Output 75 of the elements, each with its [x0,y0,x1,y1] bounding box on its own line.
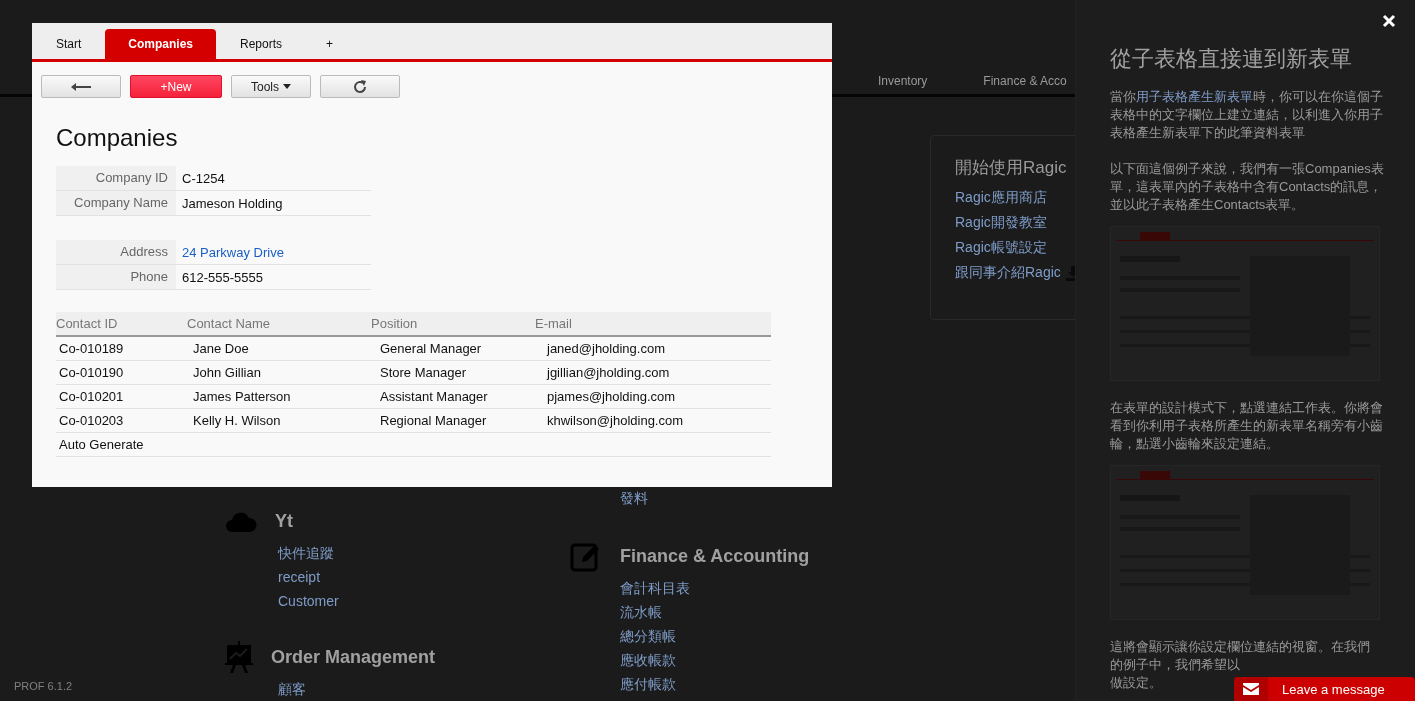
table-cell-text: James Patterson [192,389,292,404]
field-label: Phone [56,265,176,289]
module-link[interactable]: 總分類帳 [620,624,930,648]
section-title: Finance & Accounting [620,545,810,567]
back-button[interactable] [41,75,121,98]
field-label: Company ID [56,166,176,190]
table-cell-text: Store Manager [379,365,467,380]
module-link[interactable]: Customer [278,589,570,613]
table-cell-text: Co-010201 [58,389,125,404]
email-link[interactable]: khwilson@jholding.com [544,413,684,428]
nav-link[interactable]: Finance & Acco [983,74,1067,88]
help-text-line: 的例子中，我們希望以 [1110,656,1240,674]
section-title: Yt [275,510,293,532]
table-cell-text: John Gillian [192,365,262,380]
section-title: Order Management [271,646,436,668]
field-link[interactable]: 24 Parkway Drive [176,244,284,260]
module-link[interactable]: 流水帳 [620,600,930,624]
column-header: Position [371,316,419,331]
module-link[interactable]: receipt [278,565,570,589]
email-link[interactable]: pjames@jholding.com [544,389,676,404]
module-link[interactable]: 應收帳款 [620,648,930,672]
module-link[interactable]: 快件追蹤 [278,541,570,565]
chart-easel-icon [225,641,253,673]
card-title: 開始使用Ragic [955,157,1068,179]
tools-dropdown[interactable]: Tools [231,75,311,98]
tab[interactable]: Start [36,29,102,59]
table-cell-text: General Manager [379,341,483,356]
column-header: Contact Name [187,316,272,331]
tab[interactable]: + [306,29,354,59]
help-link[interactable]: 用子表格產生新表單 [1136,89,1253,104]
help-text-line: 這將會顯示讓你設定欄位連結的視窗。在我們 [1110,638,1370,656]
download-icon [1064,264,1075,281]
field-value: C-1254 [181,170,225,186]
table-cell-text: Auto Generate [58,437,144,452]
field-label: Address [56,240,176,264]
close-icon[interactable] [1382,14,1396,28]
new-button[interactable]: +New [130,75,222,98]
refresh-button[interactable] [320,75,400,98]
refresh-icon [353,79,367,94]
help-paragraph: 以下面這個例子來說，我們有一張Companies表單，這表單內的子表格中含有Contacts的訊息，並以此子表格產生Contacts表單。 [1110,160,1385,214]
tab[interactable]: Companies [105,29,217,59]
module-link[interactable]: 應付帳款 [620,672,930,696]
table-cell-text: Co-010190 [58,365,125,380]
column-header: Contact ID [56,316,119,331]
table-cell-text: Jane Doe [192,341,250,356]
mail-icon [1243,683,1259,695]
arrow-left-icon [71,82,91,91]
table-cell-text: Co-010189 [58,341,125,356]
tab[interactable]: Reports [220,29,303,59]
version-label: PROF 6.1.2 [14,680,73,692]
nav-link[interactable]: Inventory [878,74,928,88]
form-title: Companies [56,124,179,152]
email-link[interactable]: janed@jholding.com [544,341,665,356]
help-title: 從子表格直接連到新表單 [1110,45,1353,73]
card-link[interactable]: 跟同事介紹Ragic [955,260,1061,285]
table-cell-text: Assistant Manager [379,389,489,404]
leave-message-button[interactable]: Leave a message [1234,677,1415,701]
module-link[interactable]: 顧客 [278,677,570,701]
help-paragraph: 在表單的設計模式下，點選連結工作表。你將會看到你利用子表格所產生的新表單名稱旁有小齒輪，點選小齒輪來設定連結。 [1110,399,1384,453]
caret-icon [283,84,291,89]
field-value: 612-555-5555 [181,269,263,285]
card-link[interactable]: Ragic開發教室 [955,210,1047,235]
card-link[interactable]: Ragic帳號設定 [955,235,1047,260]
card-link[interactable]: Ragic應用商店 [955,185,1047,210]
field-label: Company Name [56,191,176,215]
field-value: Jameson Holding [181,195,283,211]
table-cell-text: Kelly H. Wilson [192,413,282,428]
email-link[interactable]: jgillian@jholding.com [544,365,670,380]
module-link[interactable]: 會計科目表 [620,576,930,600]
table-cell-text: Regional Manager [379,413,488,428]
table-cell-text: Co-010203 [58,413,125,428]
column-header: E-mail [535,316,572,331]
module-link[interactable]: 發料 [620,486,930,510]
help-text-line: 做設定。 [1110,674,1162,692]
help-paragraph: 當你用子表格產生新表單時，你可以在你這個子表格中的文字欄位上建立連結，以利進入你用子表格產生新表單下的此筆資料表單 [1110,88,1384,142]
